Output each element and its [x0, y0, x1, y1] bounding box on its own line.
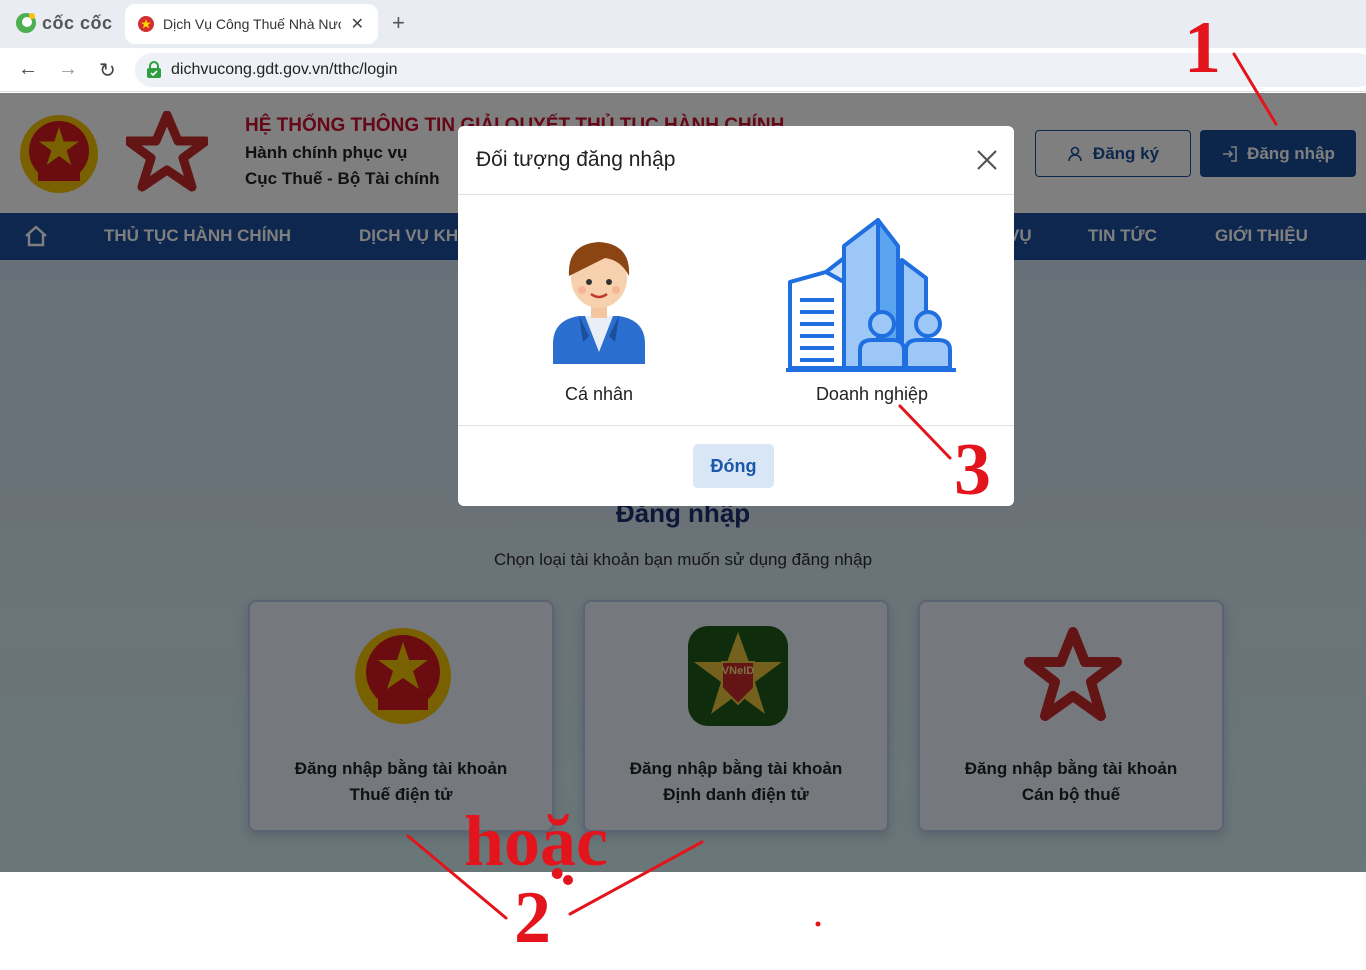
annotation-arrow-3	[898, 404, 952, 460]
annotation-arrows	[406, 52, 1278, 927]
annotation-step-3: 3	[954, 429, 991, 511]
annotation-dot-small	[815, 921, 821, 927]
annotation-step-2: 2	[514, 877, 551, 959]
annotation-arrow-1	[1232, 52, 1278, 126]
annotation-or: hoặc	[464, 801, 608, 881]
annotation-step-1: 1	[1184, 7, 1221, 89]
